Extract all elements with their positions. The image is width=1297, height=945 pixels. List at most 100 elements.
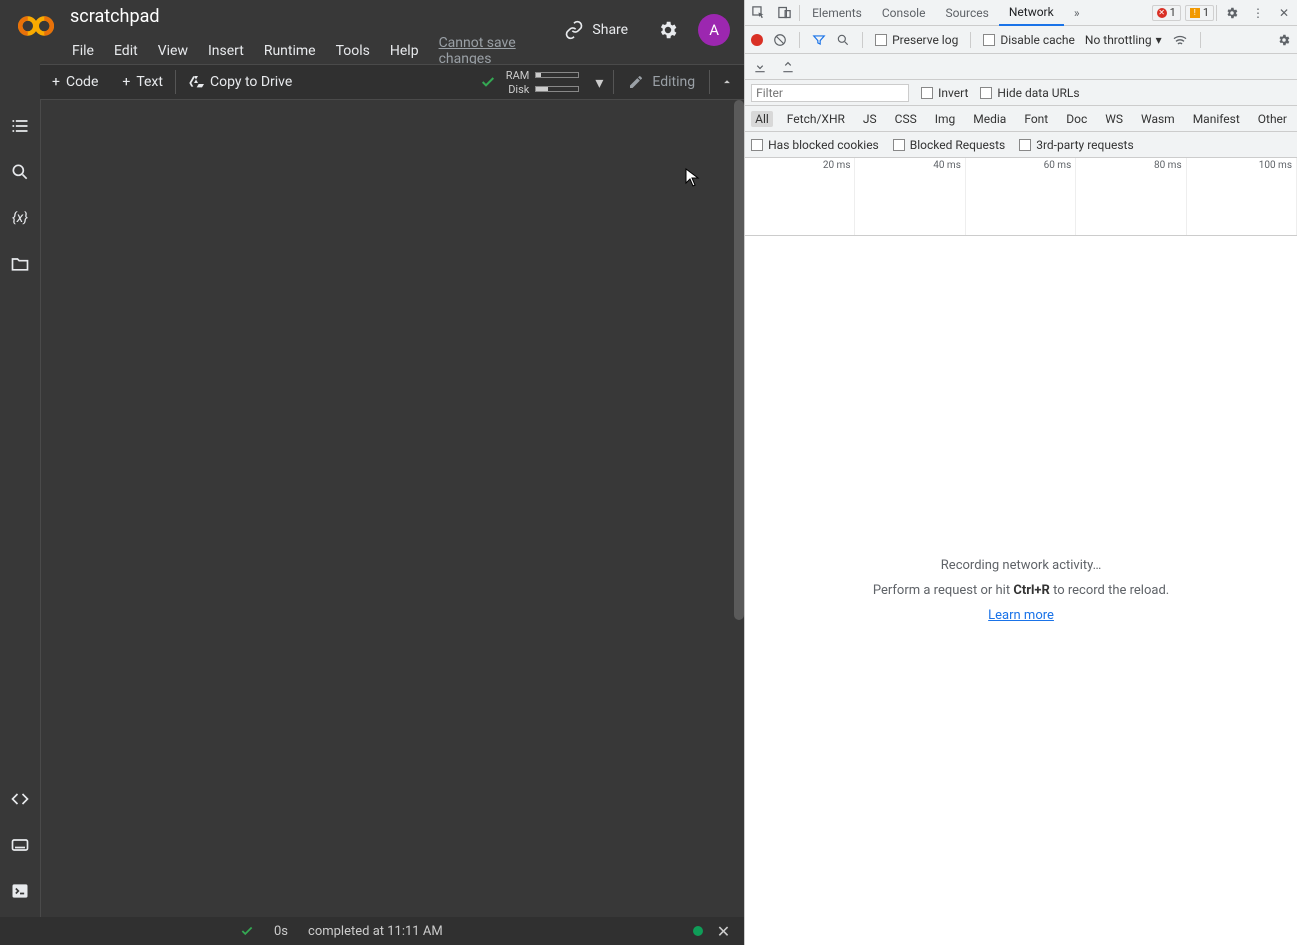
menu-tools[interactable]: Tools [328,39,378,63]
colab-pane: scratchpad File Edit View Insert Runtime… [0,0,744,945]
files-icon[interactable] [8,252,32,276]
share-label: Share [592,22,628,38]
cursor-icon [685,168,701,188]
type-fetchxhr[interactable]: Fetch/XHR [783,111,849,127]
third-party-checkbox[interactable]: 3rd-party requests [1019,138,1133,152]
pencil-icon [628,74,644,90]
filter-input[interactable] [751,84,909,102]
colab-logo[interactable] [8,4,64,38]
tick-label: 20 ms [823,160,851,171]
mode-button[interactable]: Editing [614,65,709,99]
warning-badge[interactable]: !1 [1185,5,1214,21]
scrollbar[interactable] [734,100,744,620]
colab-toolbar: + Code + Text Copy to Drive RAM Disk [40,64,744,100]
export-har-icon[interactable] [781,60,795,74]
type-ws[interactable]: WS [1101,111,1127,127]
menu-file[interactable]: File [64,39,102,63]
tab-console[interactable]: Console [872,0,936,26]
connected-check-icon [470,74,506,90]
invert-checkbox[interactable]: Invert [921,86,968,100]
status-completed: completed at 11:11 AM [308,924,443,939]
menu-runtime[interactable]: Runtime [256,39,324,63]
devtools-pane: Elements Console Sources Network » ✕1 !1… [744,0,1297,945]
type-filter-bar: All Fetch/XHR JS CSS Img Media Font Doc … [745,106,1297,132]
inspect-icon[interactable] [745,0,771,26]
menu-insert[interactable]: Insert [200,39,252,63]
search-icon[interactable] [8,160,32,184]
type-manifest[interactable]: Manifest [1189,111,1244,127]
code-snippets-icon[interactable] [8,787,32,811]
link-icon [564,20,584,40]
status-close-button[interactable]: ✕ [717,922,730,941]
notebook-title[interactable]: scratchpad [64,4,554,29]
devtools-tabbar: Elements Console Sources Network » ✕1 !1… [745,0,1297,26]
type-all[interactable]: All [751,111,773,127]
network-settings-icon[interactable] [1277,33,1291,47]
waterfall-timeline[interactable]: 20 ms 40 ms 60 ms 80 ms 100 ms [745,158,1297,236]
add-text-button[interactable]: + Text [110,65,175,99]
devtools-settings-icon[interactable] [1219,0,1245,26]
learn-more-link[interactable]: Learn more [988,608,1054,623]
copy-to-drive-button[interactable]: Copy to Drive [176,65,304,99]
type-other[interactable]: Other [1254,111,1291,127]
settings-button[interactable] [650,12,686,48]
type-font[interactable]: Font [1020,111,1052,127]
disk-bar [535,86,579,92]
tick-label: 100 ms [1259,160,1292,171]
blocked-requests-checkbox[interactable]: Blocked Requests [893,138,1005,152]
plus-icon: + [122,74,130,90]
colab-header: scratchpad File Edit View Insert Runtime… [0,0,744,64]
error-badge[interactable]: ✕1 [1152,5,1181,21]
status-dot-icon [693,926,703,936]
search-network-icon[interactable] [836,33,850,47]
tab-elements[interactable]: Elements [802,0,872,26]
throttling-select[interactable]: No throttling▾ [1085,33,1162,47]
type-css[interactable]: CSS [891,111,921,127]
toc-icon[interactable] [8,114,32,138]
menu-edit[interactable]: Edit [106,39,146,63]
resource-indicator[interactable]: RAM Disk [506,69,586,96]
blocked-cookies-checkbox[interactable]: Has blocked cookies [751,138,879,152]
filter-toggle-icon[interactable] [812,33,826,47]
import-har-icon[interactable] [753,60,767,74]
device-toggle-icon[interactable] [771,0,797,26]
notebook-area[interactable] [40,100,744,917]
record-button[interactable] [751,34,763,46]
hide-data-urls-checkbox[interactable]: Hide data URLs [980,86,1079,100]
clear-button[interactable] [773,33,787,47]
command-palette-icon[interactable] [8,833,32,857]
status-bar: 0s completed at 11:11 AM ✕ [0,917,744,945]
tab-sources[interactable]: Sources [935,0,998,26]
disable-cache-checkbox[interactable]: Disable cache [983,33,1075,47]
menu-help[interactable]: Help [382,39,427,63]
tick-label: 80 ms [1154,160,1182,171]
terminal-icon[interactable] [8,879,32,903]
extra-filters: Has blocked cookies Blocked Requests 3rd… [745,132,1297,158]
type-wasm[interactable]: Wasm [1137,111,1179,127]
empty-hint: Perform a request or hit Ctrl+R to recor… [873,583,1169,598]
menu-view[interactable]: View [150,39,196,63]
network-empty-state: Recording network activity… Perform a re… [745,236,1297,945]
tab-network[interactable]: Network [999,0,1064,26]
preserve-log-checkbox[interactable]: Preserve log [875,33,958,47]
type-media[interactable]: Media [969,111,1010,127]
type-js[interactable]: JS [859,111,881,127]
account-avatar[interactable]: A [698,14,730,46]
network-conditions-icon[interactable] [1172,32,1188,48]
empty-title: Recording network activity… [941,558,1102,573]
add-code-button[interactable]: + Code [40,65,110,99]
shortcut-key: Ctrl+R [1013,583,1050,598]
type-doc[interactable]: Doc [1062,111,1091,127]
share-button[interactable]: Share [554,14,638,46]
variables-icon[interactable]: {x} [8,206,32,230]
devtools-close-icon[interactable]: ✕ [1271,0,1297,26]
har-toolbar [745,54,1297,80]
resource-dropdown[interactable]: ▾ [585,73,613,92]
type-img[interactable]: Img [931,111,960,127]
devtools-menu-icon[interactable]: ⋮ [1245,0,1271,26]
chevron-down-icon: ▾ [1156,33,1162,47]
collapse-header-button[interactable] [710,75,744,89]
network-toolbar: Preserve log Disable cache No throttling… [745,26,1297,54]
status-runtime: 0s [274,924,288,939]
more-tabs-icon[interactable]: » [1064,0,1090,26]
